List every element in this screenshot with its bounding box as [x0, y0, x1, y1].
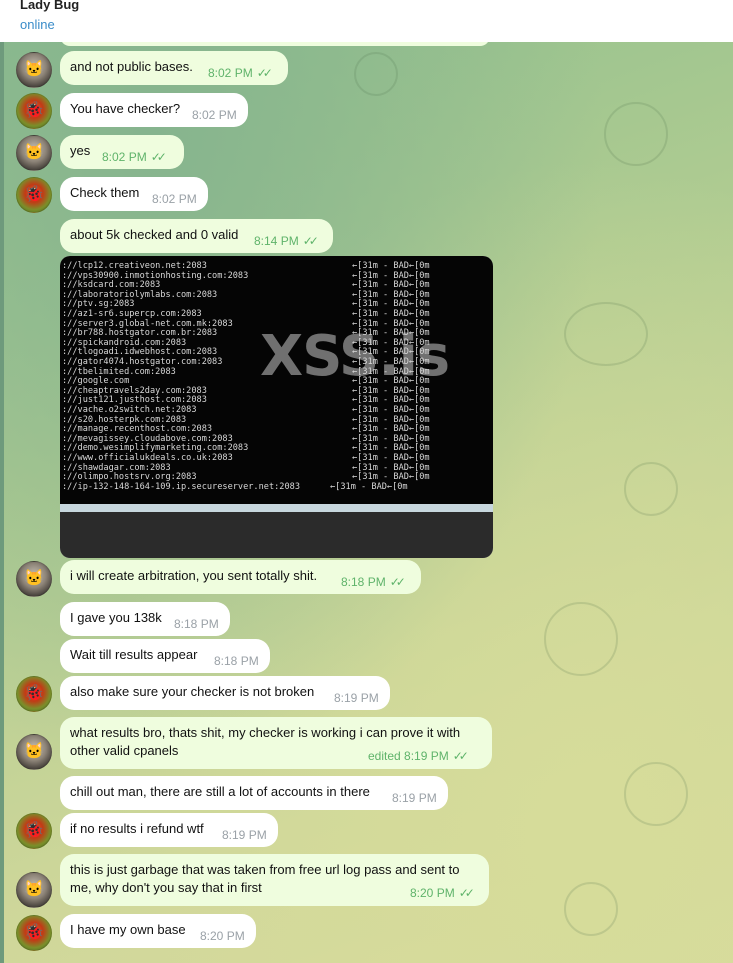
message-bubble[interactable]: also make sure your checker is not broke…	[60, 676, 390, 710]
message-bubble[interactable]: I gave you 138k 8:18 PM	[60, 602, 230, 636]
double-check-icon: ✓✓	[452, 749, 469, 763]
previous-message-bubble	[60, 42, 490, 46]
contact-avatar[interactable]: 🐞	[16, 915, 52, 951]
double-check-icon: ✓✓	[150, 150, 167, 164]
message-bubble[interactable]: chill out man, there are still a lot of …	[60, 776, 448, 810]
message-time: 8:19 PM	[392, 791, 437, 805]
message-bubble[interactable]: what results bro, thats shit, my checker…	[60, 717, 492, 769]
cat-icon: 🐱	[24, 881, 44, 898]
message-text-line2: me, why don't you say that in first	[70, 880, 262, 895]
message-text: yes	[70, 143, 91, 158]
message-time: 8:02 PM	[208, 66, 253, 80]
message-text-line2: other valid cpanels	[70, 743, 179, 758]
message-bubble[interactable]: Check them 8:02 PM	[60, 177, 208, 211]
contact-avatar[interactable]: 🐱	[16, 52, 52, 88]
ladybug-icon: 🐞	[24, 924, 44, 941]
message-text: Check them	[70, 185, 140, 200]
background-doodle	[604, 102, 668, 166]
message-text: i will create arbitration, you sent tota…	[70, 568, 318, 583]
message-time: 8:18 PM	[174, 617, 219, 631]
message-bubble[interactable]: and not public bases. 8:02 PM ✓✓	[60, 51, 288, 85]
contact-avatar[interactable]: 🐱	[16, 734, 52, 770]
message-bubble[interactable]: this is just garbage that was taken from…	[60, 854, 489, 906]
message-bubble[interactable]: yes 8:02 PM ✓✓	[60, 135, 184, 169]
background-doodle	[624, 462, 678, 516]
background-doodle	[564, 302, 648, 366]
background-doodle	[544, 602, 618, 676]
message-text-line1: this is just garbage that was taken from…	[70, 862, 460, 877]
message-text: and not public bases.	[70, 59, 193, 74]
message-bubble[interactable]: You have checker? 8:02 PM	[60, 93, 248, 127]
contact-avatar[interactable]: 🐞	[16, 813, 52, 849]
message-text: also make sure your checker is not broke…	[70, 684, 315, 699]
contact-status: online	[20, 17, 55, 32]
message-text: You have checker?	[70, 101, 181, 116]
double-check-icon: ✓✓	[256, 66, 273, 80]
message-time: 8:20 PM	[410, 886, 455, 900]
message-text: Wait till results appear	[70, 647, 198, 662]
message-time: 8:02 PM	[102, 150, 147, 164]
image-bottom-bar	[60, 512, 493, 558]
double-check-icon: ✓✓	[302, 234, 319, 248]
message-time: 8:14 PM	[254, 234, 299, 248]
message-time: 8:02 PM	[152, 192, 197, 206]
terminal-line: ://ip-132-148-164-109.ip.secureserver.ne…	[62, 481, 300, 492]
background-doodle	[624, 762, 688, 826]
message-text: chill out man, there are still a lot of …	[70, 784, 370, 799]
contact-avatar[interactable]: 🐱	[16, 561, 52, 597]
double-check-icon: ✓✓	[458, 886, 475, 900]
chat-area[interactable]: 🐱 and not public bases. 8:02 PM ✓✓ 🐞 You …	[4, 42, 733, 963]
cat-icon: 🐱	[24, 61, 44, 78]
message-time: 8:18 PM	[214, 654, 259, 668]
contact-avatar[interactable]: 🐱	[16, 135, 52, 171]
terminal-footer	[60, 504, 493, 512]
contact-name[interactable]: Lady Bug	[20, 0, 79, 12]
ladybug-icon: 🐞	[24, 102, 44, 119]
ladybug-icon: 🐞	[24, 186, 44, 203]
screenshot-attachment[interactable]: XSS.is ://lcp12.creativeon.net:2083 ←[31m…	[60, 256, 493, 558]
message-bubble[interactable]: Wait till results appear 8:18 PM	[60, 639, 270, 673]
background-doodle	[564, 882, 618, 936]
terminal-result: ←[31m - BAD←[0m	[330, 481, 408, 492]
message-time: 8:19 PM	[222, 828, 267, 842]
message-time: 8:18 PM	[341, 575, 386, 589]
contact-avatar[interactable]: 🐞	[16, 676, 52, 712]
chat-header: Lady Bug online	[0, 0, 733, 42]
message-text: I have my own base	[70, 922, 186, 937]
message-time: 8:02 PM	[192, 108, 237, 122]
double-check-icon: ✓✓	[389, 575, 406, 589]
cat-icon: 🐱	[24, 570, 44, 587]
cat-icon: 🐱	[24, 144, 44, 161]
contact-avatar[interactable]: 🐱	[16, 872, 52, 908]
terminal-output: XSS.is ://lcp12.creativeon.net:2083 ←[31m…	[60, 256, 493, 504]
message-text: about 5k checked and 0 valid	[70, 227, 239, 242]
message-text: I gave you 138k	[70, 610, 162, 625]
message-bubble[interactable]: about 5k checked and 0 valid 8:14 PM ✓✓	[60, 219, 333, 253]
contact-avatar[interactable]: 🐞	[16, 93, 52, 129]
ladybug-icon: 🐞	[24, 685, 44, 702]
message-bubble[interactable]: i will create arbitration, you sent tota…	[60, 560, 421, 594]
contact-avatar[interactable]: 🐞	[16, 177, 52, 213]
message-time: edited 8:19 PM	[368, 749, 449, 763]
message-bubble[interactable]: I have my own base 8:20 PM	[60, 914, 256, 948]
ladybug-icon: 🐞	[24, 822, 44, 839]
background-doodle	[354, 52, 398, 96]
message-text: if no results i refund wtf	[70, 821, 204, 836]
message-bubble[interactable]: if no results i refund wtf 8:19 PM	[60, 813, 278, 847]
message-text-line1: what results bro, thats shit, my checker…	[70, 725, 461, 740]
message-time: 8:19 PM	[334, 691, 379, 705]
message-time: 8:20 PM	[200, 929, 245, 943]
cat-icon: 🐱	[24, 743, 44, 760]
